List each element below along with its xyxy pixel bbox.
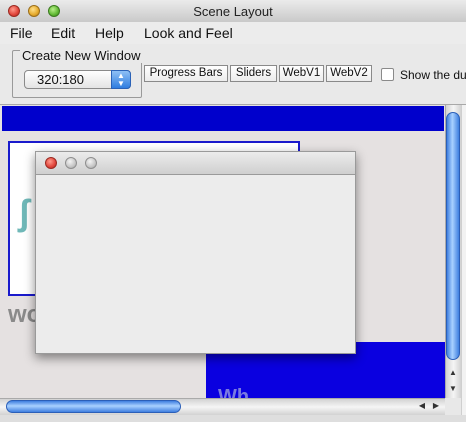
menu-file[interactable]: File (10, 25, 33, 41)
new-window-minimize-icon[interactable] (65, 157, 77, 169)
new-window-titlebar[interactable] (36, 152, 355, 175)
webv1-button[interactable]: WebV1 (279, 65, 324, 82)
menu-bar: File Edit Help Look and Feel (0, 22, 466, 45)
menu-look-and-feel[interactable]: Look and Feel (144, 25, 233, 41)
vertical-scroll-thumb[interactable] (446, 112, 460, 360)
new-window[interactable] (35, 151, 356, 354)
horizontal-scroll-thumb[interactable] (6, 400, 181, 413)
window-size-select[interactable]: 320:180 ▲ ▼ (24, 70, 131, 89)
menu-help[interactable]: Help (95, 25, 124, 41)
arrow-right-icon[interactable]: ▶ (430, 401, 442, 410)
select-stepper-icon[interactable]: ▲ ▼ (111, 70, 131, 89)
arrow-down-icon[interactable]: ▼ (447, 384, 459, 393)
create-window-label: Create New Window (20, 48, 143, 63)
window-size-value: 320:180 (37, 72, 84, 87)
window-titlebar[interactable]: Scene Layout (0, 0, 466, 23)
show-checkbox[interactable] (381, 68, 394, 81)
scene-decorative-glyph: ʃ (18, 192, 30, 233)
sliders-button[interactable]: Sliders (230, 65, 277, 82)
scene-blue-banner (2, 106, 444, 131)
arrow-up-icon[interactable]: ▲ (447, 368, 459, 377)
new-window-close-icon[interactable] (45, 157, 57, 169)
progress-bars-button[interactable]: Progress Bars (144, 65, 228, 82)
window-title: Scene Layout (193, 4, 273, 19)
arrow-left-icon[interactable]: ◀ (416, 401, 428, 410)
window-right-edge (461, 105, 466, 415)
show-checkbox-label: Show the du (400, 68, 466, 82)
window-bottom-strip (0, 415, 466, 422)
webv2-button[interactable]: WebV2 (326, 65, 372, 82)
new-window-zoom-icon[interactable] (85, 157, 97, 169)
menu-edit[interactable]: Edit (51, 25, 75, 41)
toolbar: Create New Window 320:180 ▲ ▼ Progress Ba… (0, 44, 466, 105)
